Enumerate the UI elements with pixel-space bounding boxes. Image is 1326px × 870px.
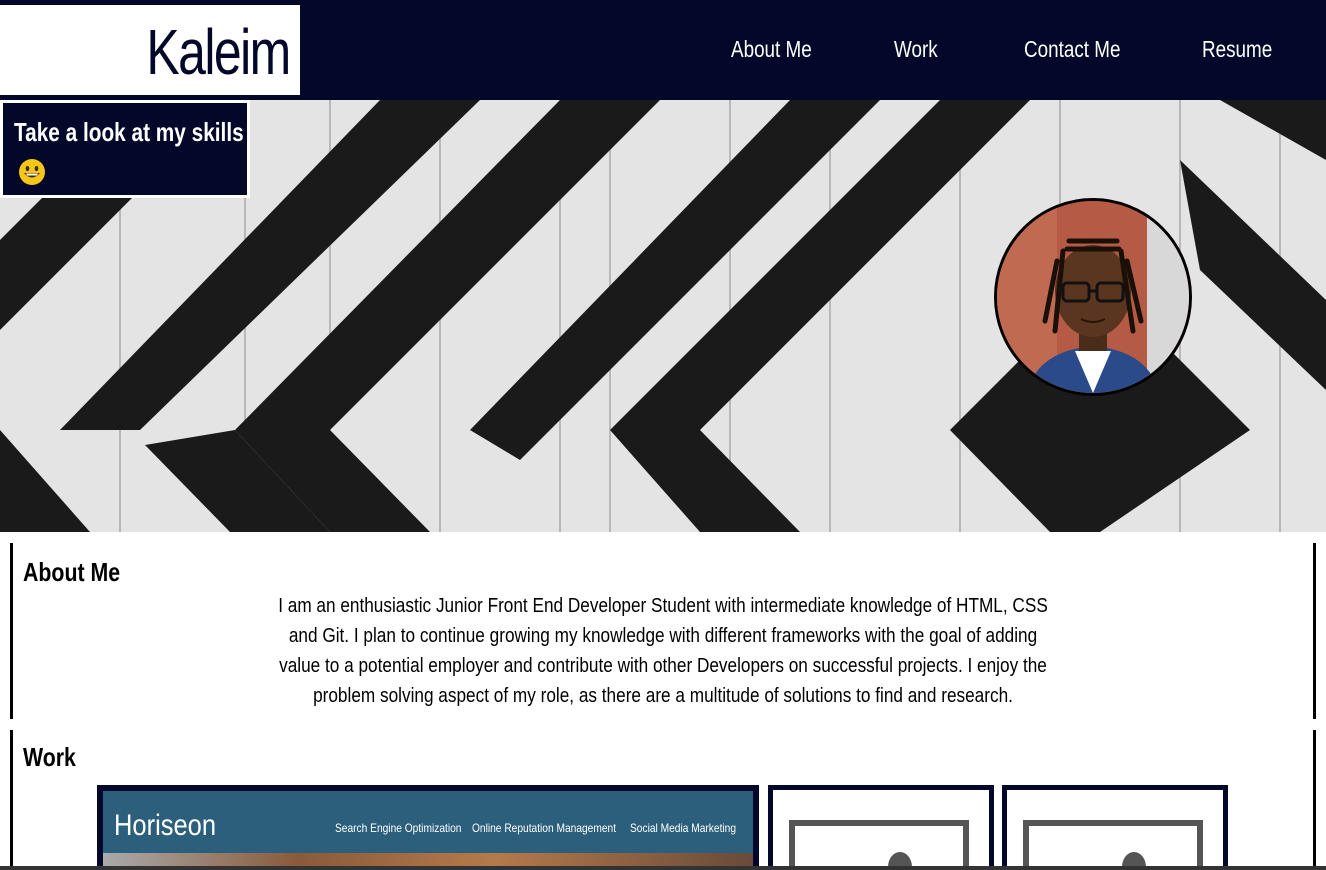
project-card-2[interactable]	[768, 785, 994, 870]
project-card-3[interactable]	[1002, 785, 1228, 870]
avatar	[994, 198, 1192, 396]
skills-text: Take a look at my skills	[14, 117, 244, 147]
work-title: Work	[23, 742, 76, 772]
nav-contact-me[interactable]: Contact Me	[1024, 36, 1120, 63]
horiseon-nav-reputation: Online Reputation Management	[472, 821, 617, 835]
about-title: About Me	[23, 557, 121, 587]
nav-work[interactable]: Work	[894, 36, 938, 63]
nav-about-me[interactable]: About Me	[731, 36, 812, 63]
image-placeholder-icon	[1007, 790, 1223, 870]
nav-resume[interactable]: Resume	[1202, 36, 1272, 63]
site-header: Kaleim About Me Work Contact Me Resume	[0, 0, 1326, 100]
horiseon-nav-seo: Search Engine Optimization	[335, 821, 462, 835]
skills-callout[interactable]: Take a look at my skills	[0, 100, 250, 198]
profile-photo	[997, 201, 1189, 393]
horiseon-brand: Horiseon	[114, 809, 217, 842]
about-body: I am an enthusiastic Junior Front End De…	[278, 595, 1048, 707]
project-card-horiseon[interactable]: Horiseon Search Engine Optimization Onli…	[97, 785, 759, 870]
logo-text: Kaleim	[146, 16, 292, 88]
logo[interactable]: Kaleim	[0, 5, 300, 95]
about-section: About Me I am an enthusiastic Junior Fro…	[10, 543, 1316, 719]
image-placeholder-icon	[773, 790, 989, 870]
window-bottom-edge	[0, 866, 1326, 870]
grinning-face-icon	[19, 159, 45, 185]
horiseon-nav-social: Social Media Marketing	[630, 821, 737, 835]
